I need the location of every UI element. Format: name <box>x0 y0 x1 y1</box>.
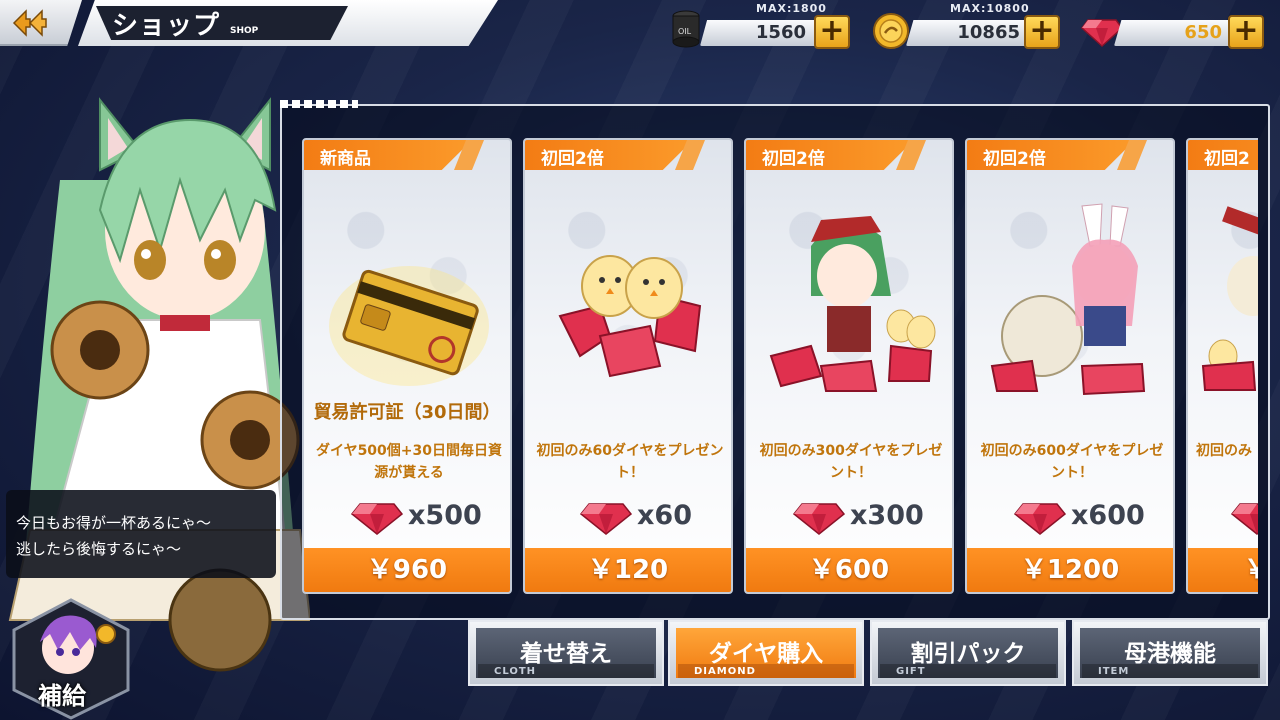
product-card-300-diamonds[interactable]: 初回2倍 初回のみ300ダイヤをプレゼント！ x300 ￥600 <box>744 138 954 594</box>
product-card-600-diamonds[interactable]: 初回2倍 初回のみ600ダイヤをプレゼント！ x600 ￥1200 <box>965 138 1175 594</box>
coin-icon <box>873 13 909 49</box>
coin-icon <box>96 624 116 644</box>
speech-line-2: 逃したら後悔するにゃ～ <box>16 540 182 558</box>
product-quantity: x500 <box>304 496 510 536</box>
back-button[interactable] <box>0 0 82 46</box>
product-tag: 初回2倍 <box>967 140 1135 170</box>
tab-diamond[interactable]: ダイヤ購入 DIAMOND <box>668 620 864 686</box>
tab-sublabel: DIAMOND <box>694 666 756 677</box>
speech-line-1: 今日もお得が一杯あるにゃ～ <box>16 514 212 532</box>
tab-label: ダイヤ購入 <box>708 641 824 667</box>
supply-label: 補給 <box>38 682 86 710</box>
top-bar: ショップ SHOP OIL MAX:1800 1560 + MAX:10800 … <box>0 0 1280 58</box>
tab-sublabel: CLOTH <box>494 666 537 677</box>
plus-icon: + <box>819 13 845 48</box>
product-description: 初回のみ60ダイヤをプレゼント！ <box>536 443 724 481</box>
product-quantity: x300 <box>746 496 952 536</box>
quantity-text: x500 <box>408 500 482 531</box>
price-button[interactable]: ￥960 <box>304 548 510 592</box>
oil-plus-button[interactable]: + <box>814 15 850 49</box>
diamond-plus-button[interactable]: + <box>1228 15 1264 49</box>
quantity-text: x300 <box>850 500 924 531</box>
diamond-icon <box>792 503 846 535</box>
coin-max-label: MAX:10800 <box>950 2 1030 15</box>
tab-sublabel: ITEM <box>1098 666 1130 677</box>
tab-label: 割引パック <box>910 641 1026 667</box>
product-card-trade-license[interactable]: 新商品 貿易許可証（30日間） ダイヤ500個+30日間毎日資源が貰える x50… <box>302 138 512 594</box>
diamond-icon <box>350 503 404 535</box>
tab-cloth[interactable]: 着せ替え CLOTH <box>468 620 664 686</box>
diamond-icon <box>1230 503 1258 535</box>
page-title: ショップ <box>112 11 221 41</box>
tab-label: 母港機能 <box>1124 641 1216 667</box>
diamond-resource: 650 + <box>1076 0 1276 52</box>
product-tag: 新商品 <box>304 140 472 170</box>
coin-resource: MAX:10800 10865 + <box>870 0 1070 52</box>
oil-resource: OIL MAX:1800 1560 + <box>660 0 860 52</box>
product-quantity: x60 <box>525 496 731 536</box>
oil-value: 1560 <box>755 22 806 43</box>
diamond-icon <box>579 503 633 535</box>
product-card-60-diamonds[interactable]: 初回2倍 初回のみ60ダイヤをプレゼント！ x60 ￥120 <box>523 138 733 594</box>
product-quantity <box>1188 496 1258 536</box>
product-tag: 初回2倍 <box>525 140 693 170</box>
partial-card-art <box>1201 206 1258 391</box>
product-description: ダイヤ500個+30日間毎日資源が貰える <box>315 443 503 481</box>
quantity-text: x60 <box>637 500 692 531</box>
product-description: 初回のみ300ダイヤをプレゼント！ <box>759 443 943 481</box>
page-subtitle: SHOP <box>230 26 259 36</box>
tab-item[interactable]: 母港機能 ITEM <box>1072 620 1268 686</box>
diamond-icon <box>1013 503 1067 535</box>
quantity-text: x600 <box>1071 500 1145 531</box>
coin-plus-button[interactable]: + <box>1024 15 1060 49</box>
panel-accent <box>280 100 358 108</box>
price-button[interactable]: ￥120 <box>525 548 731 592</box>
tab-gift[interactable]: 割引パック GIFT <box>870 620 1066 686</box>
product-list: 新商品 貿易許可証（30日間） ダイヤ500個+30日間毎日資源が貰える x50… <box>302 138 1258 596</box>
back-arrow-icon <box>12 9 47 37</box>
plus-icon: + <box>1233 13 1259 48</box>
speech-bubble: 今日もお得が一杯あるにゃ～ 逃したら後悔するにゃ～ <box>6 490 276 578</box>
svg-text:OIL: OIL <box>678 27 692 36</box>
price-button[interactable]: ￥600 <box>746 548 952 592</box>
trade-license-card-art <box>329 266 489 386</box>
oil-max-label: MAX:1800 <box>756 2 827 15</box>
price-button[interactable]: ￥1200 <box>967 548 1173 592</box>
product-description: 初回のみ600ダイヤをプレゼント！ <box>980 443 1164 481</box>
product-quantity: x600 <box>967 496 1173 536</box>
product-card-partial[interactable]: 初回2 初回のみ ￥ <box>1186 138 1258 594</box>
price-button[interactable]: ￥ <box>1188 548 1258 592</box>
bunny-girl-diamonds-art <box>990 203 1146 396</box>
product-tag: 初回2倍 <box>746 140 914 170</box>
product-name: 貿易許可証（30日間） <box>313 402 501 423</box>
product-tag: 初回2 <box>1188 140 1258 170</box>
product-description: 初回のみ <box>1196 443 1252 459</box>
diamond-value: 650 <box>1184 22 1222 43</box>
chicks-diamonds-art <box>558 255 702 378</box>
coin-value: 10865 <box>957 22 1020 43</box>
tab-sublabel: GIFT <box>896 666 926 677</box>
tab-label: 着せ替え <box>520 641 612 667</box>
plus-icon: + <box>1029 13 1055 48</box>
green-hair-girl-diamonds-art <box>769 216 936 392</box>
